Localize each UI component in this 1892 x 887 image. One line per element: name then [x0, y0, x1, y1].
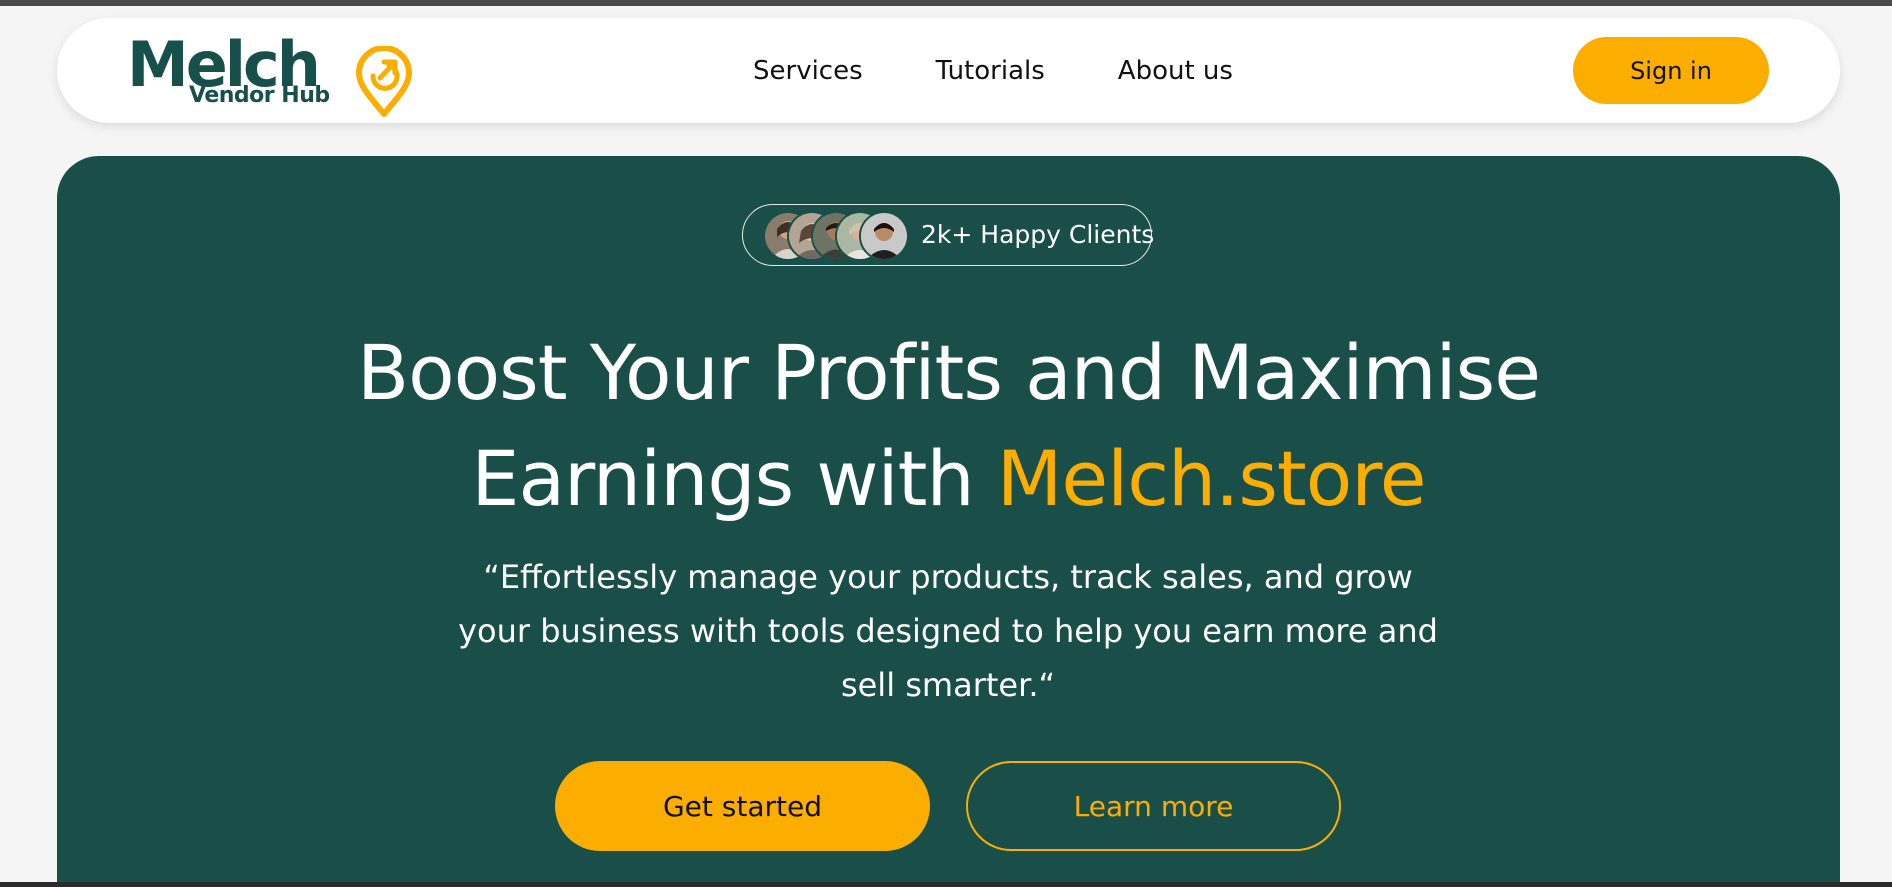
sign-in-button[interactable]: Sign in	[1573, 37, 1769, 104]
nav-services[interactable]: Services	[753, 56, 863, 86]
browser-bottom-strip	[0, 882, 1892, 887]
headline-line-1: Boost Your Profits and Maximise	[357, 328, 1541, 417]
headline-brand-accent: Melch.store	[996, 434, 1427, 523]
browser-top-strip	[0, 0, 1892, 6]
nav-tutorials[interactable]: Tutorials	[936, 56, 1045, 86]
location-pin-arrow-icon	[356, 46, 412, 117]
learn-more-button[interactable]: Learn more	[966, 761, 1341, 851]
main-nav: Services Tutorials About us	[753, 18, 1233, 123]
get-started-button[interactable]: Get started	[555, 761, 930, 851]
happy-clients-badge: 2k+ Happy Clients	[742, 204, 1155, 266]
hero-headline: Boost Your Profits and Maximise Earnings…	[57, 320, 1840, 532]
client-avatar-5	[859, 211, 909, 261]
nav-about-us[interactable]: About us	[1118, 56, 1233, 86]
hero-subtext: “Effortlessly manage your products, trac…	[458, 558, 1438, 704]
brand-subtitle: Vendor Hub	[189, 83, 330, 108]
navbar: Melch Vendor Hub Services Tutorials Abou…	[57, 18, 1840, 123]
brand-logo[interactable]: Melch Vendor Hub	[127, 32, 412, 117]
hero-section: 2k+ Happy Clients Boost Your Profits and…	[57, 156, 1840, 887]
client-avatars	[763, 211, 911, 261]
headline-line-2-prefix: Earnings with	[471, 434, 997, 523]
happy-clients-text: 2k+ Happy Clients	[921, 220, 1155, 249]
